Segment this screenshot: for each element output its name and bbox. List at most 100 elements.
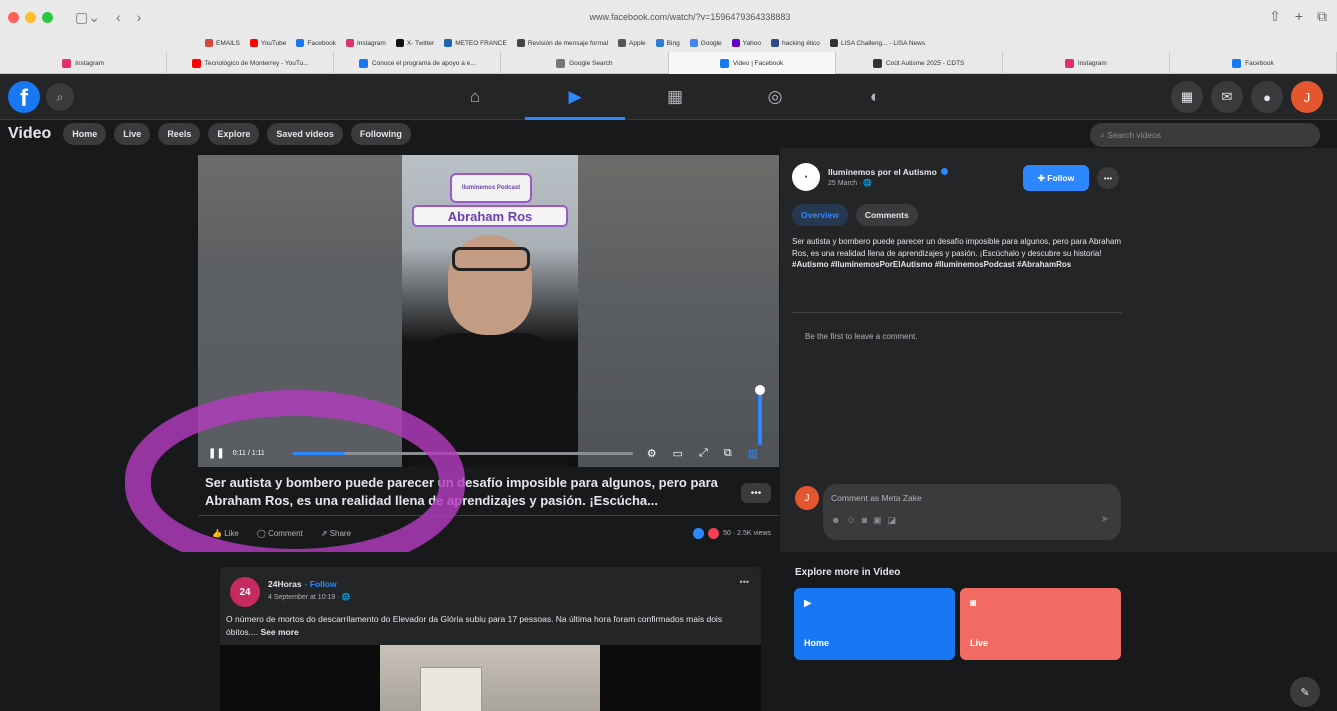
minimize-window-button[interactable]	[25, 11, 36, 23]
bookmark-item[interactable]: Google	[689, 39, 722, 47]
layout-toggle-icon[interactable]: ▥	[748, 447, 758, 460]
browser-tab[interactable]: Instagram	[0, 52, 168, 74]
browser-tab[interactable]: Facebook	[1170, 52, 1337, 74]
browser-tab[interactable]: Instagram	[1003, 52, 1170, 74]
forward-icon[interactable]: ›	[137, 9, 142, 26]
comment-button[interactable]: ◯ Comment	[257, 529, 303, 538]
search-icon[interactable]: ⌕	[46, 83, 74, 111]
tab-overview[interactable]: Overview	[792, 204, 848, 226]
sidebar-toggle-icon[interactable]: ▢⌄	[75, 9, 100, 26]
captions-icon[interactable]: ▭	[673, 447, 683, 460]
home-nav-icon[interactable]: ⌂	[425, 74, 525, 120]
browser-tab[interactable]: Tecnológico de Monterrey - YouTu...	[167, 52, 335, 74]
notifications-bell-icon[interactable]: ●	[1251, 81, 1283, 113]
follow-button[interactable]: ✚ Follow	[1023, 165, 1089, 191]
bookmark-item[interactable]: METEO FRANCE	[444, 39, 507, 47]
post-author-avatar[interactable]: 24	[230, 577, 260, 607]
player-blur-right	[578, 155, 779, 467]
volume-slider[interactable]	[758, 389, 762, 445]
share-button[interactable]: ⇗ Share	[321, 529, 351, 538]
new-tab-icon[interactable]: +	[1295, 8, 1303, 25]
tab-comments[interactable]: Comments	[855, 204, 918, 226]
bookmark-item[interactable]: Facebook	[296, 39, 336, 47]
send-icon[interactable]: ➤	[1101, 514, 1109, 525]
caption-more-button[interactable]: •••	[741, 483, 771, 503]
avatar-sticker-icon[interactable]: ☻	[831, 515, 846, 525]
volume-knob[interactable]	[755, 385, 765, 395]
like-button[interactable]: 👍 Like	[212, 529, 239, 538]
see-more-link[interactable]: See more	[261, 627, 299, 637]
bookmark-item[interactable]: EMAILS	[205, 39, 240, 47]
fullscreen-icon[interactable]: ⤢	[699, 447, 708, 460]
groups-nav-icon[interactable]: ◎	[725, 74, 825, 120]
sticker-icon[interactable]: ◪	[888, 515, 903, 525]
video-player[interactable]: Iluminemos Podcast Abraham Ros ❚❚ 0:11 /…	[198, 155, 779, 467]
progress-bar[interactable]	[292, 451, 633, 455]
podcast-logo: Iluminemos Podcast	[450, 173, 532, 203]
settings-gear-icon[interactable]: ⚙	[647, 447, 657, 460]
camera-icon[interactable]: ◙	[862, 515, 873, 525]
bookmark-item[interactable]: YouTube	[249, 39, 286, 47]
back-icon[interactable]: ‹	[116, 9, 121, 26]
bookmark-item[interactable]: Revisión de mensaje formal	[516, 39, 608, 47]
reactions-summary[interactable]: 50 · 2.5K views	[693, 528, 771, 539]
video-nav-following[interactable]: Following	[350, 123, 411, 145]
comment-input[interactable]: Comment as Meta Zake ☻☺◙▣◪ ➤	[823, 484, 1121, 540]
tab-overview-icon[interactable]: ⧉	[1317, 8, 1327, 25]
bookmark-favicon-icon	[249, 39, 258, 47]
pause-icon[interactable]: ❚❚	[208, 448, 225, 459]
close-window-button[interactable]	[8, 11, 19, 23]
author-name[interactable]: Iluminemos por el Autismo	[828, 167, 937, 177]
bookmark-item[interactable]: Instagram	[345, 39, 386, 47]
video-nav-explore[interactable]: Explore	[208, 123, 260, 145]
share-icon[interactable]: ⇧	[1269, 8, 1281, 25]
browser-tab[interactable]: Conoce el programa de apoyo a e...	[334, 52, 502, 74]
bookmark-item[interactable]: Apple	[618, 39, 646, 47]
bookmark-item[interactable]: X- Twitter	[395, 39, 434, 47]
bookmark-item[interactable]: hacking ético	[770, 39, 820, 47]
new-message-icon[interactable]: ✎	[1290, 677, 1320, 707]
page-title: Video	[8, 125, 52, 142]
browser-tab[interactable]: Coût Autisme 2025 - CDTS	[836, 52, 1003, 74]
bookmark-label: LISA Challeng... - LISA News	[840, 39, 926, 47]
bookmark-item[interactable]: Yahoo	[731, 39, 761, 47]
bookmark-item[interactable]: LISA Challeng... - LISA News	[829, 39, 926, 47]
video-nav-home[interactable]: Home	[63, 123, 107, 145]
author-avatar[interactable]: ●	[792, 163, 820, 191]
picture-in-picture-icon[interactable]: ⧉	[724, 447, 732, 460]
description-hashtags[interactable]: #Autismo #IluminemosPorElAutismo #Ilumin…	[792, 259, 1122, 271]
post-author-name[interactable]: 24Horas	[268, 579, 302, 589]
tab-label: Conoce el programa de apoyo a e...	[371, 59, 476, 67]
gaming-nav-icon[interactable]: ◐	[825, 74, 925, 120]
video-nav-icon[interactable]: ▶	[525, 74, 625, 120]
post-follow-link[interactable]: · Follow	[305, 579, 337, 589]
explore-tile-live[interactable]: ◙ Live	[960, 588, 1121, 660]
browser-tab[interactable]: Video | Facebook	[668, 52, 836, 74]
search-videos-input[interactable]: ⌕ Search videos	[1090, 123, 1320, 147]
messenger-icon[interactable]: ✉	[1211, 81, 1243, 113]
marketplace-nav-icon[interactable]: ▦	[625, 74, 725, 120]
address-bar[interactable]: www.facebook.com/watch/?v=15964793643388…	[540, 9, 840, 25]
more-options-button[interactable]: •••	[1097, 167, 1119, 189]
browser-tab[interactable]: Google Search	[501, 52, 669, 74]
bookmark-item[interactable]: Bing	[655, 39, 680, 47]
video-nav-saved[interactable]: Saved videos	[267, 123, 343, 145]
facebook-top-bar: f ⌕ ⌂ ▶ ▦ ◎ ◐ ▦ ✉ ● J	[0, 74, 1337, 120]
player-controls: ❚❚ 0:11 / 1:11 ⚙ ▭ ⤢ ⧉ ▥	[198, 439, 779, 467]
post-media[interactable]	[220, 645, 761, 711]
gif-icon[interactable]: ▣	[873, 515, 888, 525]
post-body: O número de mortos do descarrilamento do…	[226, 614, 723, 637]
menu-grid-icon[interactable]: ▦	[1171, 81, 1203, 113]
facebook-logo-icon[interactable]: f	[8, 81, 40, 113]
video-nav-live[interactable]: Live	[114, 123, 151, 145]
bookmark-favicon-icon	[296, 39, 305, 47]
post-more-button[interactable]: •••	[740, 577, 749, 587]
explore-tile-home[interactable]: ▶ Home	[794, 588, 955, 660]
video-person-glasses	[452, 247, 530, 271]
profile-avatar[interactable]: J	[1291, 81, 1323, 113]
video-nav-reels[interactable]: Reels	[158, 123, 201, 145]
main-nav: ⌂ ▶ ▦ ◎ ◐	[425, 74, 925, 120]
zoom-window-button[interactable]	[42, 11, 53, 23]
bookmark-favicon-icon	[829, 39, 838, 47]
emoji-icon[interactable]: ☺	[846, 515, 861, 525]
